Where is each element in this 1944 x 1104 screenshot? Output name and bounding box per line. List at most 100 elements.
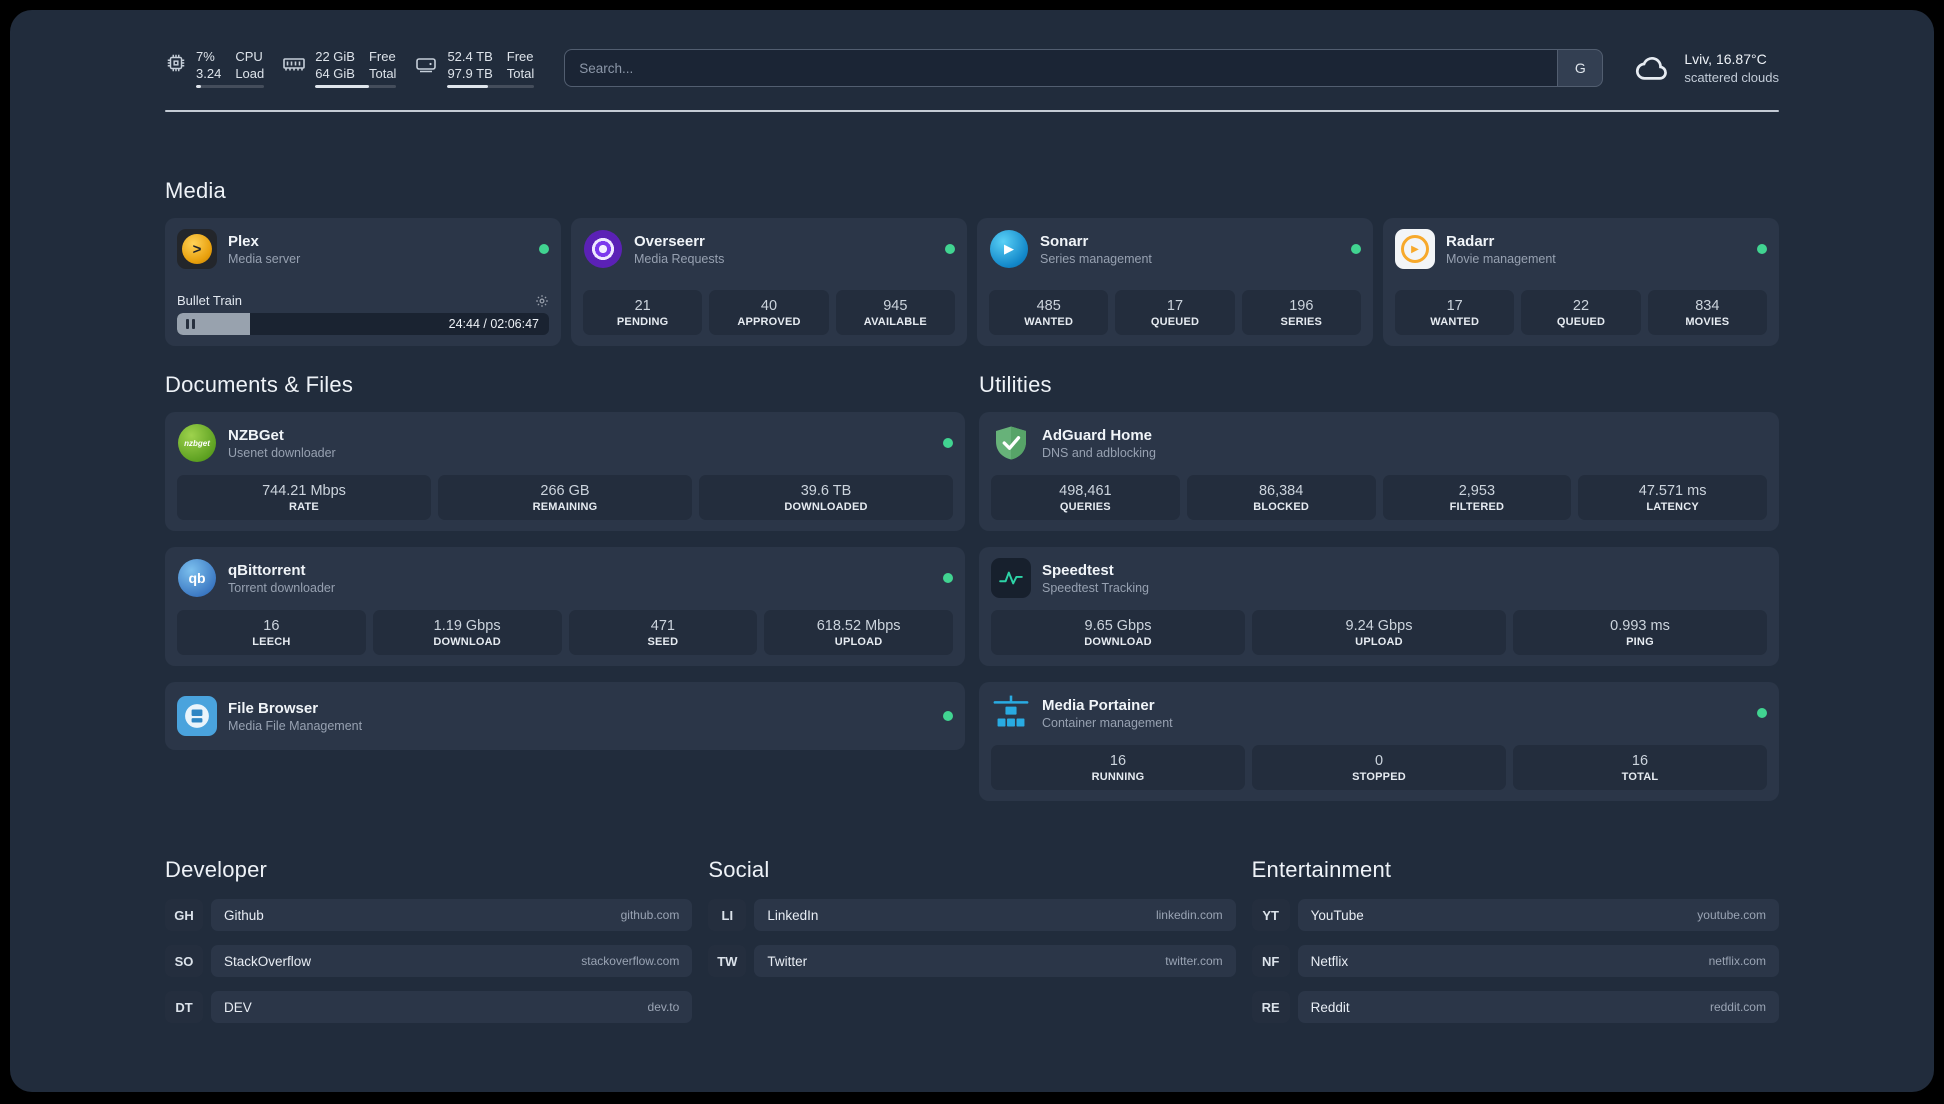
stat-value: 9.24 Gbps — [1345, 618, 1413, 634]
cpu-usage-value: 7% — [196, 49, 215, 64]
search-provider-button[interactable]: G — [1557, 49, 1604, 87]
bookmark-link-netflix[interactable]: Netflix netflix.com — [1297, 945, 1779, 977]
filebrowser-icon — [177, 696, 217, 736]
bookmark-item: TW Twitter twitter.com — [708, 945, 1236, 977]
stat-label: RUNNING — [1091, 771, 1145, 783]
bookmark-item: LI LinkedIn linkedin.com — [708, 899, 1236, 931]
bookmark-domain: youtube.com — [1697, 908, 1766, 922]
bookmark-abbr: LI — [708, 899, 747, 931]
stat-queued: 17 QUEUED — [1115, 290, 1235, 335]
service-link-plex[interactable]: > Plex Media server — [177, 229, 549, 269]
gear-icon[interactable] — [535, 294, 549, 308]
bookmark-domain: dev.to — [647, 1000, 680, 1014]
service-link-adguard[interactable]: AdGuard Home DNS and adblocking — [991, 423, 1767, 463]
stat-downloaded: 39.6 TB DOWNLOADED — [699, 475, 953, 520]
radarr-icon: ▶ — [1395, 229, 1435, 269]
section-utilities: Utilities AdGuard Home DNS and adblockin… — [979, 372, 1779, 801]
stat-value: 16 — [263, 618, 280, 634]
service-link-radarr[interactable]: ▶ Radarr Movie management — [1395, 229, 1767, 269]
stat-label: QUERIES — [1059, 501, 1111, 513]
playback-time: 24:44 / 02:06:47 — [448, 317, 539, 331]
service-link-qbittorrent[interactable]: qb qBittorrent Torrent downloader — [177, 558, 953, 598]
stat-label: DOWNLOADED — [784, 501, 868, 513]
memory-icon — [282, 52, 306, 76]
service-link-overseerr[interactable]: Overseerr Media Requests — [583, 229, 955, 269]
plex-now-playing: Bullet Train 24:44 / 02:06:47 — [177, 285, 549, 335]
service-subtitle: Usenet downloader — [228, 445, 336, 460]
bookmark-domain: twitter.com — [1165, 954, 1223, 968]
memory-usage-bar — [315, 85, 397, 88]
stat-value: 945 — [883, 298, 908, 314]
bookmark-link-youtube[interactable]: YouTube youtube.com — [1297, 899, 1779, 931]
service-name: qBittorrent — [228, 561, 306, 579]
playback-progress-bar[interactable]: 24:44 / 02:06:47 — [177, 313, 549, 335]
bookmark-group-entertainment: Entertainment YT YouTube youtube.com NF … — [1251, 857, 1779, 1023]
stat-label: LEECH — [252, 636, 291, 648]
stat-filtered: 2,953 FILTERED — [1382, 475, 1572, 520]
cpu-usage-bar — [196, 85, 265, 88]
bookmark-name: Twitter — [767, 953, 808, 969]
bookmark-abbr: NF — [1251, 945, 1290, 977]
stat-value: 22 — [1572, 298, 1590, 314]
stat-label: RATE — [289, 501, 319, 513]
bookmark-link-reddit[interactable]: Reddit reddit.com — [1297, 991, 1779, 1023]
stat-value: 1.19 Gbps — [433, 618, 501, 634]
service-card-speedtest: Speedtest Speedtest Tracking 9.65 Gbps D… — [979, 547, 1779, 666]
bookmark-link-twitter[interactable]: Twitter twitter.com — [754, 945, 1236, 977]
bookmark-domain: reddit.com — [1709, 1000, 1766, 1014]
stat-upload: 618.52 Mbps UPLOAD — [764, 610, 953, 655]
service-link-speedtest[interactable]: Speedtest Speedtest Tracking — [991, 558, 1767, 598]
service-link-sonarr[interactable]: ▶ Sonarr Series management — [989, 229, 1361, 269]
service-card-overseerr: Overseerr Media Requests 21 PENDING 40 A… — [571, 218, 967, 346]
disk-icon — [414, 52, 438, 76]
bookmark-link-github[interactable]: Github github.com — [211, 899, 693, 931]
search-input[interactable] — [564, 49, 1558, 87]
stat-value: 86,384 — [1258, 483, 1304, 499]
bookmark-abbr: RE — [1251, 991, 1290, 1023]
disk-total-value: 97.9 TB — [447, 66, 493, 81]
bookmark-group-title: Entertainment — [1251, 857, 1392, 882]
bookmark-group-social: Social LI LinkedIn linkedin.com TW Twitt… — [708, 857, 1236, 977]
stat-label: SEED — [647, 636, 679, 648]
service-card-filebrowser: File Browser Media File Management — [165, 682, 965, 750]
section-title-media: Media — [165, 178, 226, 203]
bookmark-item: RE Reddit reddit.com — [1251, 991, 1779, 1023]
stat-value: 744.21 Mbps — [262, 483, 346, 499]
stat-value: 17 — [1166, 298, 1184, 314]
cpu-icon — [165, 52, 187, 74]
bookmark-item: YT YouTube youtube.com — [1251, 899, 1779, 931]
stat-label: PENDING — [616, 316, 669, 328]
bookmark-name: YouTube — [1310, 907, 1364, 923]
weather-condition: scattered clouds — [1684, 70, 1779, 85]
stat-label: QUEUED — [1556, 316, 1606, 328]
stat-download: 9.65 Gbps DOWNLOAD — [991, 610, 1245, 655]
stat-total: 16 TOTAL — [1513, 745, 1767, 790]
plex-icon: > — [177, 229, 217, 269]
stat-wanted: 17 WANTED — [1395, 290, 1515, 335]
pause-icon[interactable] — [186, 319, 195, 329]
service-link-portainer[interactable]: Media Portainer Container management — [991, 693, 1767, 733]
stat-label: WANTED — [1430, 316, 1480, 328]
stat-value: 21 — [634, 298, 651, 314]
stat-latency: 47.571 ms LATENCY — [1578, 475, 1767, 520]
disk-widget: 52.4 TB Free 97.9 TB Total — [414, 48, 535, 88]
bookmark-domain: linkedin.com — [1155, 908, 1223, 922]
memory-free-label: Free — [368, 49, 396, 64]
sonarr-icon: ▶ — [989, 229, 1029, 269]
section-title-documents: Documents & Files — [165, 372, 354, 397]
bookmark-link-linkedin[interactable]: LinkedIn linkedin.com — [754, 899, 1236, 931]
service-name: File Browser — [228, 699, 319, 717]
service-card-plex: > Plex Media server Bullet Train 24:44 /… — [165, 218, 561, 346]
stat-stopped: 0 STOPPED — [1252, 745, 1506, 790]
stat-label: UPLOAD — [1355, 636, 1403, 648]
service-link-nzbget[interactable]: nzbget NZBGet Usenet downloader — [177, 423, 953, 463]
bookmark-link-stackoverflow[interactable]: StackOverflow stackoverflow.com — [211, 945, 693, 977]
bookmark-link-dev[interactable]: DEV dev.to — [211, 991, 693, 1023]
service-name: NZBGet — [228, 426, 284, 444]
service-card-adguard: AdGuard Home DNS and adblocking 498,461 … — [979, 412, 1779, 531]
stat-wanted: 485 WANTED — [989, 290, 1109, 335]
cpu-usage-label: CPU — [235, 49, 263, 64]
search-bar: G — [564, 49, 1604, 87]
service-link-filebrowser[interactable]: File Browser Media File Management — [177, 696, 953, 736]
bookmark-item: GH Github github.com — [165, 899, 693, 931]
